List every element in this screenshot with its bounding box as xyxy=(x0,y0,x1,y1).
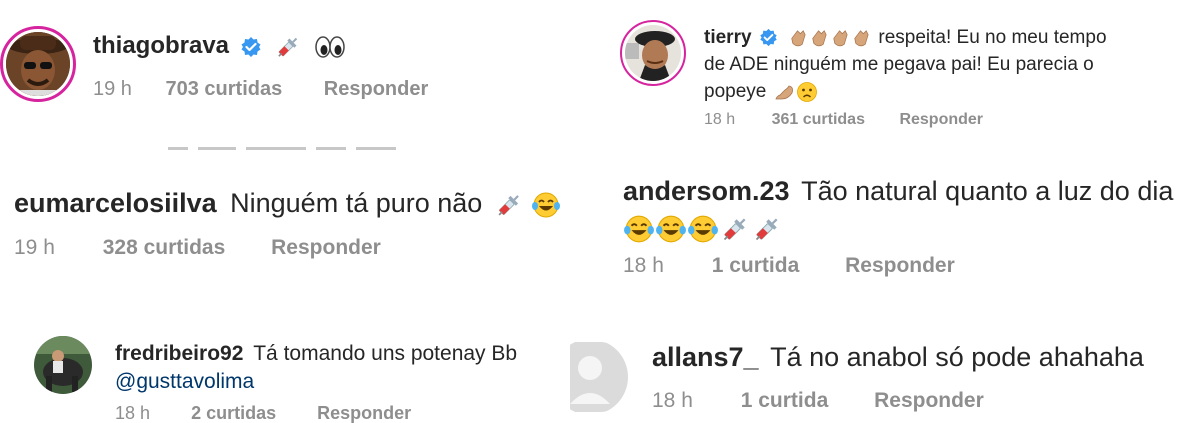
laughing-tears-icon xyxy=(688,215,718,243)
clap-icon xyxy=(854,30,869,47)
clapping-hands-emojis xyxy=(787,27,876,48)
syringe-icon xyxy=(723,218,746,241)
comment-text-line-1: respeita! Eu no meu tempo xyxy=(878,27,1107,48)
comment-likes[interactable]: 361 curtidas xyxy=(772,111,865,129)
avatar-image xyxy=(625,25,681,81)
comment-meta: 19 h 703 curtidas Responder xyxy=(93,78,428,101)
laughing-tears-icon xyxy=(656,215,686,243)
comment-username[interactable]: allans7_ xyxy=(652,342,759,372)
emoji-row xyxy=(623,209,1193,245)
syringe-icon xyxy=(755,218,778,241)
comment-username[interactable]: fredribeiro92 xyxy=(115,342,243,365)
reply-button[interactable]: Responder xyxy=(317,403,411,423)
laughing-tears-icon xyxy=(624,215,654,243)
view-replies-cropped[interactable] xyxy=(168,143,408,151)
comment-time: 18 h xyxy=(652,389,693,412)
verified-badge-icon xyxy=(760,29,777,47)
reply-button[interactable]: Responder xyxy=(899,111,983,129)
comment-time: 18 h xyxy=(704,111,736,128)
avatar-image xyxy=(6,32,70,96)
comment-meta: 18 h 2 curtidas Responder xyxy=(115,403,411,423)
comment-text: Ninguém tá puro não xyxy=(230,188,483,218)
comment-text: Tá no anabol só pode ahahaha xyxy=(770,342,1144,372)
comment-meta: 18 h 361 curtidas Responder xyxy=(704,111,983,129)
clap-icon xyxy=(833,30,848,47)
clap-icon xyxy=(812,30,827,47)
avatar-image xyxy=(34,336,92,394)
avatar-default-icon xyxy=(570,342,628,412)
comment-likes[interactable]: 1 curtida xyxy=(741,389,829,413)
syringe-icon xyxy=(278,37,298,57)
avatar[interactable] xyxy=(6,32,70,96)
clap-icon xyxy=(791,30,806,47)
comment-likes[interactable]: 1 curtida xyxy=(712,254,800,278)
comment-time: 19 h xyxy=(14,236,55,259)
comment-likes[interactable]: 328 curtidas xyxy=(103,236,226,260)
comment-text-line-2: de ADE ninguém me pegava pai! Eu parecia… xyxy=(704,54,1094,75)
verified-badge-icon xyxy=(241,36,261,57)
comment-text: Tá tomando uns potenay Bb xyxy=(253,342,518,365)
comment-username[interactable]: andersom.23 xyxy=(623,176,790,206)
avatar[interactable] xyxy=(34,336,92,394)
syringe-icon xyxy=(498,195,519,216)
comment-meta: 19 h 328 curtidas Responder xyxy=(14,236,381,260)
avatar[interactable] xyxy=(570,342,630,412)
comment-meta: 18 h 1 curtida Responder xyxy=(623,254,955,278)
reply-button[interactable]: Responder xyxy=(324,78,428,101)
eyes-icon xyxy=(315,35,345,58)
avatar[interactable] xyxy=(625,25,681,81)
comment-username[interactable]: tierry xyxy=(704,27,752,48)
comment-time: 19 h xyxy=(93,78,132,100)
reply-button[interactable]: Responder xyxy=(845,254,955,278)
comment-text-line-3: popeye xyxy=(704,81,767,102)
comment-time: 18 h xyxy=(115,403,151,423)
worried-face-icon xyxy=(796,82,817,102)
comment-username[interactable]: thiagobrava xyxy=(93,32,229,59)
comment-text: Tão natural quanto a luz do dia xyxy=(801,176,1174,206)
comment-meta: 18 h 1 curtida Responder xyxy=(652,389,984,413)
comment-likes[interactable]: 703 curtidas xyxy=(166,78,283,101)
comment-time: 18 h xyxy=(623,254,664,277)
reply-button[interactable]: Responder xyxy=(271,236,381,260)
comment-likes[interactable]: 2 curtidas xyxy=(191,403,276,423)
laughing-tears-icon xyxy=(532,192,561,218)
mention-link[interactable]: @gusttavolima xyxy=(115,370,254,393)
flexed-biceps-icon xyxy=(775,85,793,100)
comment-username[interactable]: eumarcelosiilva xyxy=(14,188,217,218)
reply-button[interactable]: Responder xyxy=(874,389,984,413)
